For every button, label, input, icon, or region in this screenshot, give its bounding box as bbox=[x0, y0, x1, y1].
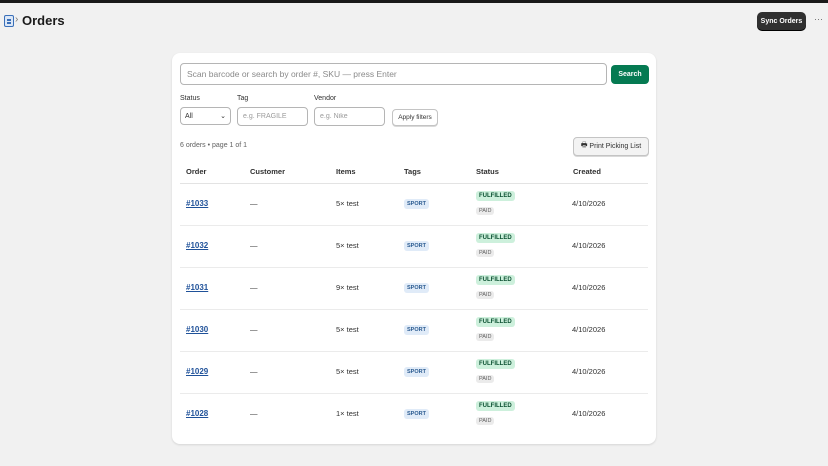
apply-filters-button[interactable]: Apply filters bbox=[392, 109, 438, 126]
column-header-customer[interactable]: Customer bbox=[250, 167, 285, 176]
tag-badge: SPORT bbox=[404, 241, 429, 251]
top-window-bar bbox=[0, 0, 828, 3]
table-row[interactable]: #1032 — 5× test SPORT FULFILLED PAID 4/1… bbox=[180, 226, 648, 268]
table-row[interactable]: #1028 — 1× test SPORT FULFILLED PAID 4/1… bbox=[180, 394, 648, 436]
fulfillment-status-badge: FULFILLED bbox=[476, 275, 515, 285]
created-date-cell: 4/10/2026 bbox=[572, 409, 606, 418]
column-header-items[interactable]: Items bbox=[336, 167, 356, 176]
table-row[interactable]: #1031 — 9× test SPORT FULFILLED PAID 4/1… bbox=[180, 268, 648, 310]
status-select-value: All bbox=[185, 112, 193, 120]
table-row[interactable]: #1033 — 5× test SPORT FULFILLED PAID 4/1… bbox=[180, 184, 648, 226]
page-title: Orders bbox=[22, 13, 65, 28]
customer-cell: — bbox=[250, 199, 258, 208]
created-date-cell: 4/10/2026 bbox=[572, 283, 606, 292]
print-picking-list-label: Print Picking List bbox=[589, 143, 642, 150]
order-link[interactable]: #1030 bbox=[186, 325, 208, 334]
payment-status-badge: PAID bbox=[476, 291, 495, 299]
status-filter-label: Status bbox=[180, 95, 200, 102]
items-cell: 5× test bbox=[336, 325, 359, 334]
fulfillment-status-badge: FULFILLED bbox=[476, 191, 515, 201]
fulfillment-status-badge: FULFILLED bbox=[476, 401, 515, 411]
order-link[interactable]: #1032 bbox=[186, 241, 208, 250]
customer-cell: — bbox=[250, 409, 258, 418]
order-link[interactable]: #1031 bbox=[186, 283, 208, 292]
table-row[interactable]: #1030 — 5× test SPORT FULFILLED PAID 4/1… bbox=[180, 310, 648, 352]
tag-badge: SPORT bbox=[404, 283, 429, 293]
orders-app-icon bbox=[4, 15, 14, 27]
search-input[interactable] bbox=[180, 63, 607, 85]
search-button[interactable]: Search bbox=[611, 65, 649, 84]
fulfillment-status-badge: FULFILLED bbox=[476, 359, 515, 369]
tag-badge: SPORT bbox=[404, 409, 429, 419]
customer-cell: — bbox=[250, 367, 258, 376]
created-date-cell: 4/10/2026 bbox=[572, 199, 606, 208]
vendor-filter-label: Vendor bbox=[314, 95, 337, 102]
created-date-cell: 4/10/2026 bbox=[572, 325, 606, 334]
status-select[interactable]: All ⌄ bbox=[180, 107, 231, 125]
tag-filter-input[interactable] bbox=[237, 107, 308, 126]
column-header-order[interactable]: Order bbox=[186, 167, 206, 176]
column-header-created[interactable]: Created bbox=[573, 167, 601, 176]
results-summary: 6 orders • page 1 of 1 bbox=[180, 142, 248, 149]
tag-badge: SPORT bbox=[404, 367, 429, 377]
tag-filter-label: Tag bbox=[237, 95, 249, 102]
items-cell: 5× test bbox=[336, 199, 359, 208]
vendor-filter-input[interactable] bbox=[314, 107, 385, 126]
order-link[interactable]: #1029 bbox=[186, 367, 208, 376]
order-link[interactable]: #1033 bbox=[186, 199, 208, 208]
more-horizontal-icon[interactable]: ··· bbox=[814, 14, 823, 24]
payment-status-badge: PAID bbox=[476, 249, 495, 257]
items-cell: 5× test bbox=[336, 241, 359, 250]
fulfillment-status-badge: FULFILLED bbox=[476, 233, 515, 243]
customer-cell: — bbox=[250, 241, 258, 250]
table-row[interactable]: #1029 — 5× test SPORT FULFILLED PAID 4/1… bbox=[180, 352, 648, 394]
payment-status-badge: PAID bbox=[476, 375, 495, 383]
column-header-tags[interactable]: Tags bbox=[404, 167, 421, 176]
items-cell: 9× test bbox=[336, 283, 359, 292]
tag-badge: SPORT bbox=[404, 199, 429, 209]
print-picking-list-button[interactable]: 🖶 Print Picking List bbox=[573, 137, 649, 156]
chevron-down-icon: ⌄ bbox=[220, 113, 226, 120]
customer-cell: — bbox=[250, 325, 258, 334]
items-cell: 1× test bbox=[336, 409, 359, 418]
order-link[interactable]: #1028 bbox=[186, 409, 208, 418]
orders-card: Search Status Tag Vendor All ⌄ Apply fil… bbox=[172, 53, 656, 444]
created-date-cell: 4/10/2026 bbox=[572, 367, 606, 376]
customer-cell: — bbox=[250, 283, 258, 292]
payment-status-badge: PAID bbox=[476, 417, 495, 425]
tag-badge: SPORT bbox=[404, 325, 429, 335]
chevron-right-icon: › bbox=[15, 14, 19, 25]
items-cell: 5× test bbox=[336, 367, 359, 376]
payment-status-badge: PAID bbox=[476, 207, 495, 215]
created-date-cell: 4/10/2026 bbox=[572, 241, 606, 250]
column-header-status[interactable]: Status bbox=[476, 167, 499, 176]
printer-icon: 🖶 bbox=[580, 142, 588, 149]
sync-orders-button[interactable]: Sync Orders bbox=[757, 12, 806, 30]
payment-status-badge: PAID bbox=[476, 333, 495, 341]
fulfillment-status-badge: FULFILLED bbox=[476, 317, 515, 327]
